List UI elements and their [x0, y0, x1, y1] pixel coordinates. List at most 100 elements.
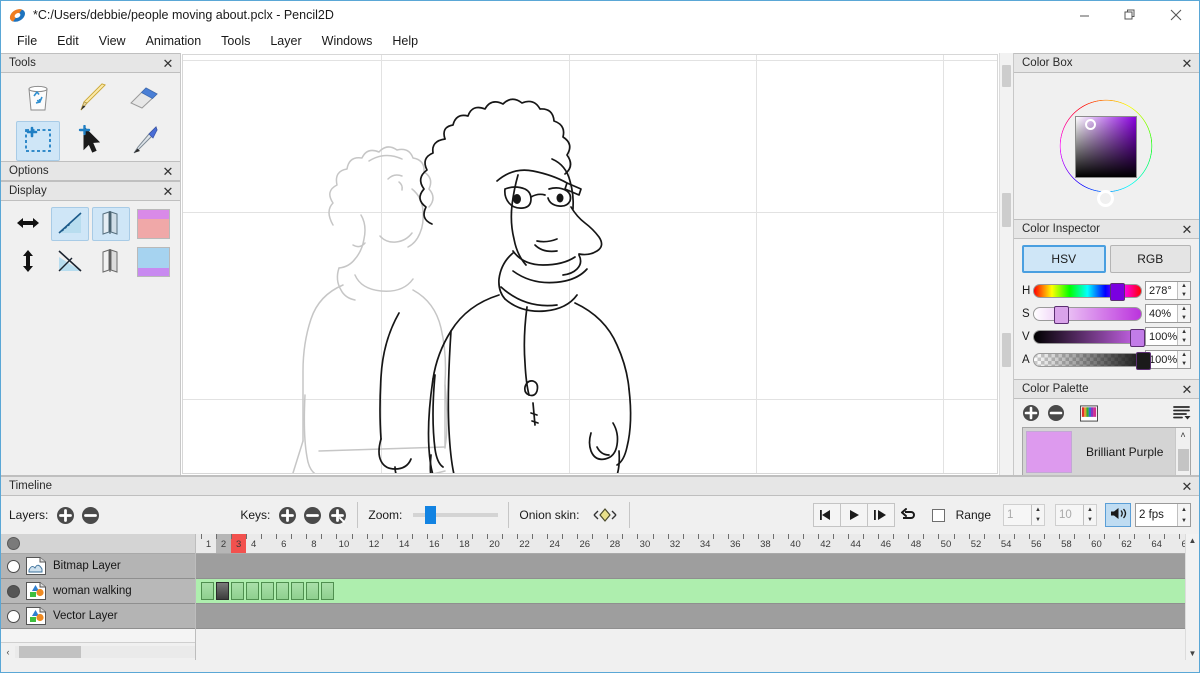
- palette-grid-icon[interactable]: [1080, 404, 1098, 422]
- menu-file[interactable]: File: [7, 31, 47, 51]
- close-icon[interactable]: ✕: [160, 163, 176, 179]
- mirror-2-button[interactable]: [92, 245, 130, 279]
- next-frame-button[interactable]: [866, 503, 895, 527]
- close-icon[interactable]: ✕: [160, 55, 176, 71]
- spin-up-icon[interactable]: ▲: [1178, 282, 1190, 291]
- select-tool[interactable]: [15, 121, 60, 161]
- chevron-left-icon[interactable]: ‹: [1, 647, 15, 657]
- chevron-down-icon[interactable]: ▼: [1189, 649, 1197, 658]
- fps-spinbox[interactable]: 2 fps ▲ ▼: [1135, 503, 1191, 527]
- remove-layer-button[interactable]: [81, 506, 100, 525]
- saturation-value-marker[interactable]: [1084, 119, 1096, 130]
- scroll-thumb[interactable]: [1002, 193, 1011, 227]
- duplicate-key-button[interactable]: [328, 506, 347, 525]
- saturation-slider-thumb[interactable]: [1054, 305, 1070, 324]
- hue-spin-arrows[interactable]: ▲ ▼: [1177, 282, 1190, 299]
- keyframe[interactable]: [246, 582, 259, 600]
- spin-up-icon[interactable]: ▲: [1032, 505, 1044, 515]
- overlay-red-button[interactable]: [134, 207, 172, 241]
- layer-visibility-toggle[interactable]: [7, 584, 20, 598]
- timeline-horizontal-scrollbar[interactable]: ‹: [1, 642, 195, 660]
- track-vector-layer[interactable]: [196, 604, 1185, 629]
- palette-swatch[interactable]: [1026, 431, 1072, 473]
- keyframe[interactable]: [261, 582, 274, 600]
- menu-tools[interactable]: Tools: [211, 31, 260, 51]
- overlay-blue-button[interactable]: [134, 245, 172, 279]
- onion-skin-eye-icon[interactable]: [591, 507, 619, 523]
- keyframe[interactable]: [306, 582, 319, 600]
- color-wheel[interactable]: [1032, 73, 1181, 219]
- saturation-slider[interactable]: [1033, 305, 1142, 324]
- close-button[interactable]: [1153, 1, 1199, 29]
- spin-up-icon[interactable]: ▲: [1178, 305, 1190, 314]
- chevron-up-icon[interactable]: ▲: [1189, 536, 1197, 545]
- drawing-canvas[interactable]: [182, 54, 998, 474]
- flip-vertical-button[interactable]: [9, 245, 47, 279]
- value-slider[interactable]: [1033, 328, 1146, 347]
- sound-toggle-button[interactable]: [1105, 503, 1131, 527]
- keyframe-selected[interactable]: [216, 582, 229, 600]
- spin-down-icon[interactable]: ▼: [1178, 291, 1190, 300]
- layer-row-vector-layer[interactable]: Vector Layer: [1, 604, 195, 629]
- menu-layer[interactable]: Layer: [260, 31, 311, 51]
- range-start-arrows[interactable]: ▲ ▼: [1031, 505, 1044, 525]
- range-checkbox[interactable]: [931, 508, 945, 522]
- menu-animation[interactable]: Animation: [136, 31, 212, 51]
- restore-button[interactable]: [1107, 1, 1153, 29]
- layer-row-bitmap-layer[interactable]: Bitmap Layer: [1, 554, 195, 579]
- saturation-spinbox[interactable]: 40% ▲ ▼: [1145, 304, 1191, 323]
- close-icon[interactable]: ✕: [1179, 55, 1195, 71]
- keyframe[interactable]: [291, 582, 304, 600]
- prev-frame-button[interactable]: [812, 503, 841, 527]
- keyframe[interactable]: [321, 582, 334, 600]
- list-menu-icon[interactable]: [1173, 404, 1191, 422]
- spin-down-icon[interactable]: ▼: [1084, 515, 1096, 525]
- scroll-thumb[interactable]: [19, 645, 81, 658]
- remove-color-button[interactable]: [1047, 404, 1065, 422]
- hscroll-track[interactable]: [15, 645, 195, 658]
- clear-tool[interactable]: [16, 79, 60, 119]
- mirror-button[interactable]: [92, 207, 131, 241]
- alpha-slider[interactable]: [1033, 351, 1151, 370]
- hue-slider[interactable]: [1033, 282, 1142, 301]
- saturation-value-square[interactable]: [1074, 116, 1137, 178]
- track-woman-walking[interactable]: [196, 579, 1185, 604]
- angle-guide-button[interactable]: [50, 207, 89, 241]
- menu-help[interactable]: Help: [382, 31, 428, 51]
- range-start-spinbox[interactable]: 1 ▲ ▼: [1003, 504, 1045, 526]
- minimize-button[interactable]: [1061, 1, 1107, 29]
- loop-button[interactable]: [894, 503, 922, 527]
- keyframe[interactable]: [231, 582, 244, 600]
- timeline-vertical-scrollbar[interactable]: ▲ ▼: [1185, 534, 1199, 660]
- menu-windows[interactable]: Windows: [312, 31, 383, 51]
- remove-key-button[interactable]: [303, 506, 322, 525]
- saturation-spin-arrows[interactable]: ▲ ▼: [1177, 305, 1190, 322]
- menu-view[interactable]: View: [89, 31, 136, 51]
- close-icon[interactable]: ✕: [1179, 478, 1195, 494]
- timeline-zoom-slider[interactable]: [413, 506, 499, 524]
- track-bitmap-layer[interactable]: [196, 554, 1185, 579]
- tab-hsv[interactable]: HSV: [1022, 245, 1106, 273]
- play-button[interactable]: [839, 503, 868, 527]
- spin-up-icon[interactable]: ▲: [1178, 328, 1190, 337]
- layer-visibility-toggle[interactable]: [7, 609, 20, 623]
- add-key-button[interactable]: [278, 506, 297, 525]
- alpha-spin-arrows[interactable]: ▲ ▼: [1177, 351, 1190, 368]
- list-item[interactable]: Brilliant Purple: [1023, 428, 1175, 476]
- all-layers-visibility-toggle[interactable]: [7, 537, 20, 550]
- keyframe[interactable]: [201, 582, 214, 600]
- range-end-spinbox[interactable]: 10 ▲ ▼: [1055, 504, 1097, 526]
- range-end-arrows[interactable]: ▲ ▼: [1083, 505, 1096, 525]
- spin-down-icon[interactable]: ▼: [1032, 515, 1044, 525]
- frame-ruler[interactable]: 1 2 3 4 6 8 10 12 14 16 18 20 22 24 26 28 30 32 34 36 38 40 42…: [196, 534, 1185, 554]
- tab-rgb[interactable]: RGB: [1109, 245, 1191, 273]
- layer-row-woman-walking[interactable]: woman walking: [1, 579, 195, 604]
- spin-down-icon[interactable]: ▼: [1178, 360, 1190, 369]
- spin-up-icon[interactable]: ▲: [1178, 504, 1190, 515]
- fps-spin-arrows[interactable]: ▲ ▼: [1177, 504, 1190, 526]
- spin-down-icon[interactable]: ▼: [1178, 337, 1190, 346]
- chevron-up-icon[interactable]: ˄: [1180, 428, 1185, 441]
- scroll-thumb[interactable]: [1002, 65, 1011, 87]
- zoom-slider-handle[interactable]: [425, 506, 437, 524]
- move-tool[interactable]: [69, 121, 113, 161]
